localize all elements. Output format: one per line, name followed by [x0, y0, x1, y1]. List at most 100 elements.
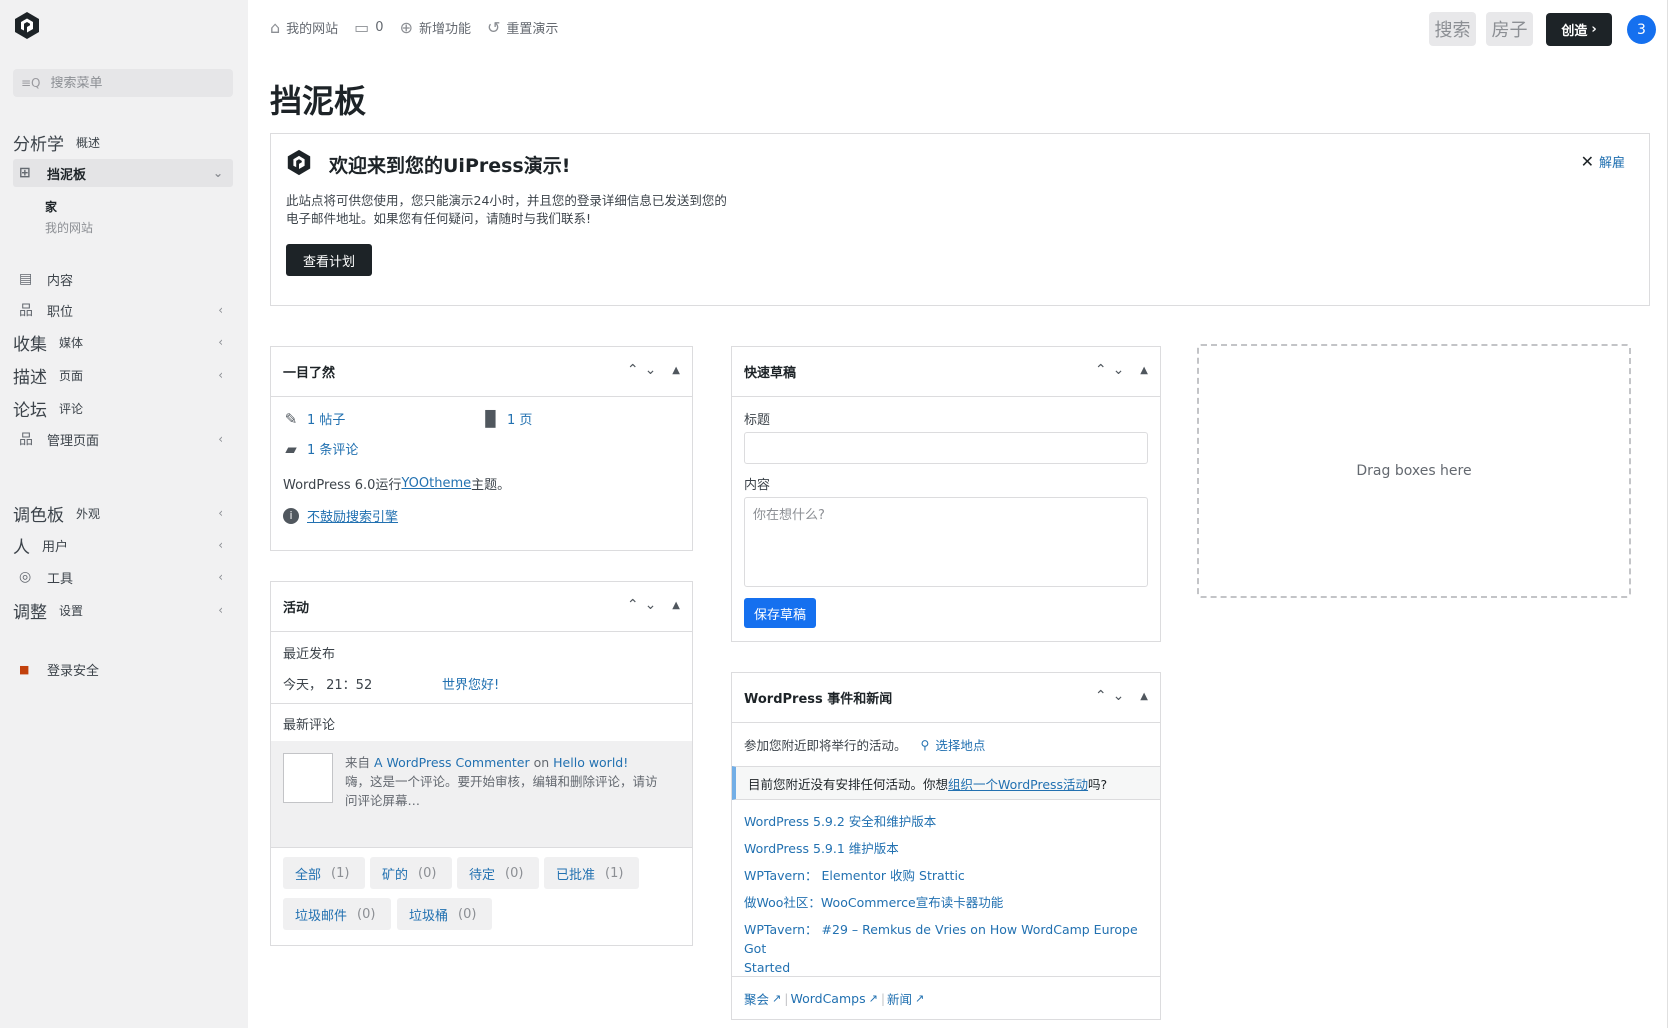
filter-label: 已批准 [556, 867, 596, 883]
sidebar-item-appearance[interactable]: 调色板 外观 ‹ [13, 500, 233, 526]
menu-search[interactable]: ≡Q [13, 69, 233, 97]
box-header[interactable]: 一目了然 ⌃ ⌄ ▲ [271, 347, 692, 397]
toolbar-new-link[interactable]: ⊕ 新增功能 [400, 18, 471, 37]
sidebar-item-content[interactable]: ▤ 内容 [13, 266, 233, 292]
news-link[interactable]: Started [744, 960, 790, 975]
view-plans-button[interactable]: 查看计划 [286, 244, 372, 276]
chevron-left-icon: ‹ [218, 432, 223, 446]
comment-post-link[interactable]: Hello world! [553, 755, 628, 770]
move-up-icon[interactable]: ⌃ [627, 362, 639, 378]
news-footer-link[interactable]: 新闻 [887, 989, 912, 1008]
chevron-left-icon: ‹ [218, 506, 223, 520]
posts-count-link[interactable]: ✎ 1 帖子 [283, 409, 346, 429]
move-up-icon[interactable]: ⌃ [627, 597, 639, 613]
sidebar-item-manage-pages[interactable]: 品 管理页面 ‹ [13, 426, 233, 452]
commenter-link[interactable]: A WordPress Commenter [374, 755, 530, 770]
sidebar-item-users[interactable]: 人 用户 ‹ [13, 532, 233, 558]
sidebar-item-login-security[interactable]: ■ 登录安全 [13, 656, 233, 682]
reset-icon: ↺ [487, 17, 501, 37]
dismiss-button[interactable]: ✕ 解雇 [1581, 152, 1625, 171]
filter-all[interactable]: 全部 (1) [283, 857, 365, 889]
news-link[interactable]: 做Woo社区：WooCommerce宣布读卡器功能 [744, 895, 1003, 910]
toolbar-site-link[interactable]: ⌂ 我的网站 [270, 18, 338, 37]
comments-count-link[interactable]: ▰ 1 条评论 [283, 439, 358, 459]
filter-label: 矿的 [382, 867, 409, 883]
comment-on: on [533, 755, 550, 770]
select-location-link[interactable]: 选择地点 [935, 735, 985, 754]
admin-toolbar: ⌂ 我的网站 ▭ 0 ⊕ 新增功能 ↺ 重置演示 [270, 16, 574, 38]
sidebar-item-pages[interactable]: 描述 页面 ‹ [13, 362, 233, 388]
news-link[interactable]: WordPress 5.9.1 维护版本 [744, 841, 899, 856]
pages-count-link[interactable]: ▉ 1 页 [483, 409, 532, 429]
sidebar-subitem-my-site[interactable]: 我的网站 [45, 219, 93, 236]
sidebar-item-posts[interactable]: 品 职位 ‹ [13, 297, 233, 323]
settings-icon: 调整 [13, 602, 47, 623]
sidebar-subitem-home[interactable]: 家 [45, 198, 57, 215]
collapse-icon[interactable]: ▲ [672, 365, 680, 376]
draft-title-input[interactable] [744, 432, 1148, 464]
activity-box: 活动 ⌃ ⌄ ▲ 最近发布 今天， 21：52 世界您好! 最新评论 来自 A … [270, 581, 693, 946]
discourage-search-link[interactable]: i 不鼓励搜索引擎 [283, 506, 398, 525]
sidebar-item-media[interactable]: 收集 媒体 ‹ [13, 329, 233, 355]
comment-from: 来自 [345, 755, 371, 770]
wordcamps-link[interactable]: WordCamps [790, 991, 865, 1006]
avatar[interactable]: 3 [1627, 15, 1656, 44]
box-header[interactable]: WordPress 事件和新闻 ⌃ ⌄ ▲ [732, 673, 1160, 723]
move-down-icon[interactable]: ⌄ [1113, 688, 1125, 704]
meetups-link[interactable]: 聚会 [744, 989, 769, 1008]
filter-approved[interactable]: 已批准 (1) [544, 857, 639, 889]
post-link[interactable]: 世界您好! [442, 674, 499, 693]
filter-mine[interactable]: 矿的 (0) [370, 857, 452, 889]
theme-link[interactable]: YOOtheme [401, 476, 471, 491]
toolbar-site-label: 我的网站 [286, 21, 339, 37]
external-link-icon: ↗ [868, 992, 878, 1005]
filter-pending[interactable]: 待定 (0) [457, 857, 539, 889]
drag-boxes-dropzone[interactable]: Drag boxes here [1197, 344, 1631, 598]
news-link[interactable]: WPTavern： #29 – Remkus de Vries on How W… [744, 922, 1138, 956]
move-down-icon[interactable]: ⌄ [1113, 362, 1125, 378]
news-link[interactable]: WordPress 5.9.2 安全和维护版本 [744, 814, 936, 829]
filter-spam[interactable]: 垃圾邮件 (0) [283, 898, 391, 930]
sidebar-item-dashboard[interactable]: ⊞ 挡泥板 ⌄ [13, 159, 233, 187]
news-link[interactable]: WPTavern： Elementor 收购 Strattic [744, 868, 965, 883]
pin-icon: ✎ [284, 409, 298, 428]
sidebar-item-comments[interactable]: 论坛 评论 [13, 395, 233, 421]
box-header[interactable]: 快速草稿 ⌃ ⌄ ▲ [732, 347, 1160, 397]
move-down-icon[interactable]: ⌄ [645, 597, 657, 613]
collapse-icon[interactable]: ▲ [672, 600, 680, 611]
organize-event-link[interactable]: 组织一个WordPress活动 [948, 774, 1088, 793]
toolbar-comments-link[interactable]: ▭ 0 [354, 18, 383, 37]
recent-comments-heading: 最新评论 [283, 718, 336, 733]
filter-count: (0) [418, 865, 437, 881]
sidebar-item-tools[interactable]: ◎ 工具 ‹ [13, 564, 233, 590]
top-home-button[interactable]: 房子 [1486, 12, 1533, 46]
uipress-logo[interactable] [12, 10, 42, 40]
move-up-icon[interactable]: ⌃ [1095, 362, 1107, 378]
box-controls: ⌃ ⌄ ▲ [1089, 688, 1148, 704]
menu-search-input[interactable] [50, 75, 221, 91]
sidebar-item-analytics[interactable]: 分析学 概述 [13, 129, 233, 155]
collapse-icon[interactable]: ▲ [1140, 365, 1148, 376]
posts-icon: 品 [19, 303, 33, 319]
users-icon: 人 [13, 537, 30, 558]
move-up-icon[interactable]: ⌃ [1095, 688, 1107, 704]
events-intro: 参加您附近即将举行的活动。 ⚲ 选择地点 [744, 735, 985, 754]
top-search-button[interactable]: 搜索 [1429, 12, 1476, 46]
sidebar-item-label: 管理页面 [47, 433, 100, 449]
collapse-icon[interactable]: ▲ [1140, 691, 1148, 702]
toolbar-reset-link[interactable]: ↺ 重置演示 [487, 18, 558, 37]
draft-content-textarea[interactable] [744, 497, 1148, 587]
sidebar-item-settings[interactable]: 调整 设置 ‹ [13, 597, 233, 623]
filter-count: (0) [357, 906, 376, 922]
sidebar-item-label: 页面 [59, 368, 84, 383]
box-header[interactable]: 活动 ⌃ ⌄ ▲ [271, 582, 692, 632]
events-intro-text: 参加您附近即将举行的活动。 [744, 738, 907, 753]
filter-label: 全部 [295, 867, 322, 883]
filter-trash[interactable]: 垃圾桶 (0) [397, 898, 492, 930]
box-title: 活动 [283, 601, 310, 616]
save-draft-button[interactable]: 保存草稿 [744, 598, 816, 628]
chevron-left-icon: ‹ [218, 538, 223, 552]
create-button[interactable]: 创造 › [1546, 13, 1612, 46]
comment-bubble-icon: ▰ [285, 439, 297, 458]
move-down-icon[interactable]: ⌄ [645, 362, 657, 378]
